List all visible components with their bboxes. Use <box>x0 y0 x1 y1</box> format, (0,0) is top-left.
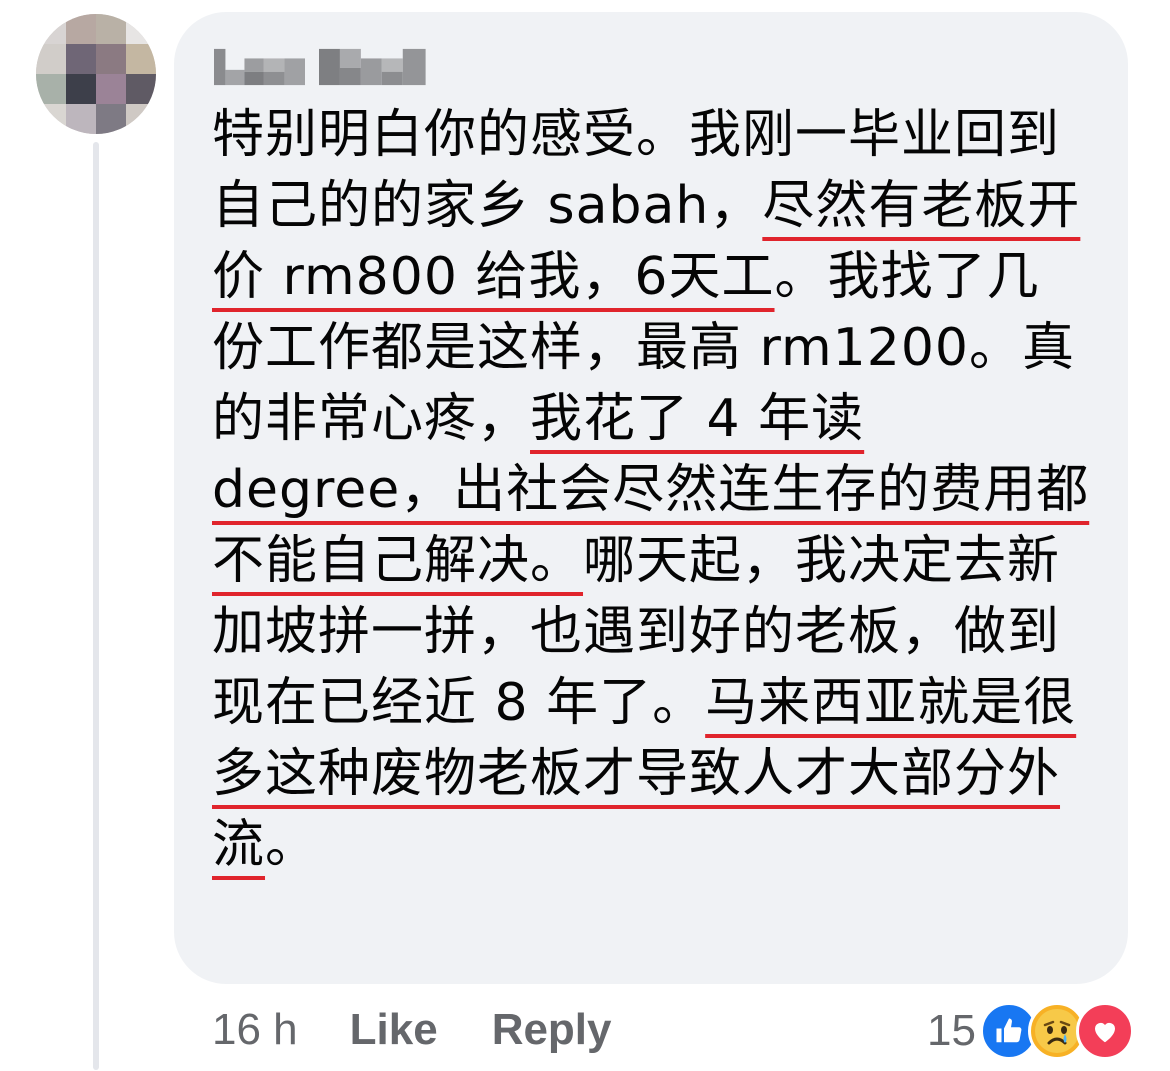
reply-button[interactable]: Reply <box>492 1005 612 1055</box>
avatar-pixelated-image <box>36 14 156 134</box>
comment-text: 特别明白你的感受。我刚一毕业回到自己的的家乡 sabah，尽然有老板开价 rm8… <box>212 100 1092 881</box>
avatar[interactable] <box>36 14 156 134</box>
comment-actions: 16 h Like Reply <box>212 1000 666 1060</box>
author-name-blurred[interactable] <box>214 44 426 90</box>
love-icon <box>1076 1002 1134 1060</box>
author-first-name-pixelated <box>214 45 306 89</box>
thread-line <box>93 142 99 1070</box>
reaction-count: 15 <box>927 1006 976 1055</box>
comment-timestamp[interactable]: 16 h <box>212 1005 298 1055</box>
text-segment: 。 <box>265 815 319 875</box>
like-button[interactable]: Like <box>350 1005 438 1055</box>
reaction-summary[interactable]: 15 <box>927 1000 1134 1062</box>
author-last-name-pixelated <box>319 45 426 89</box>
